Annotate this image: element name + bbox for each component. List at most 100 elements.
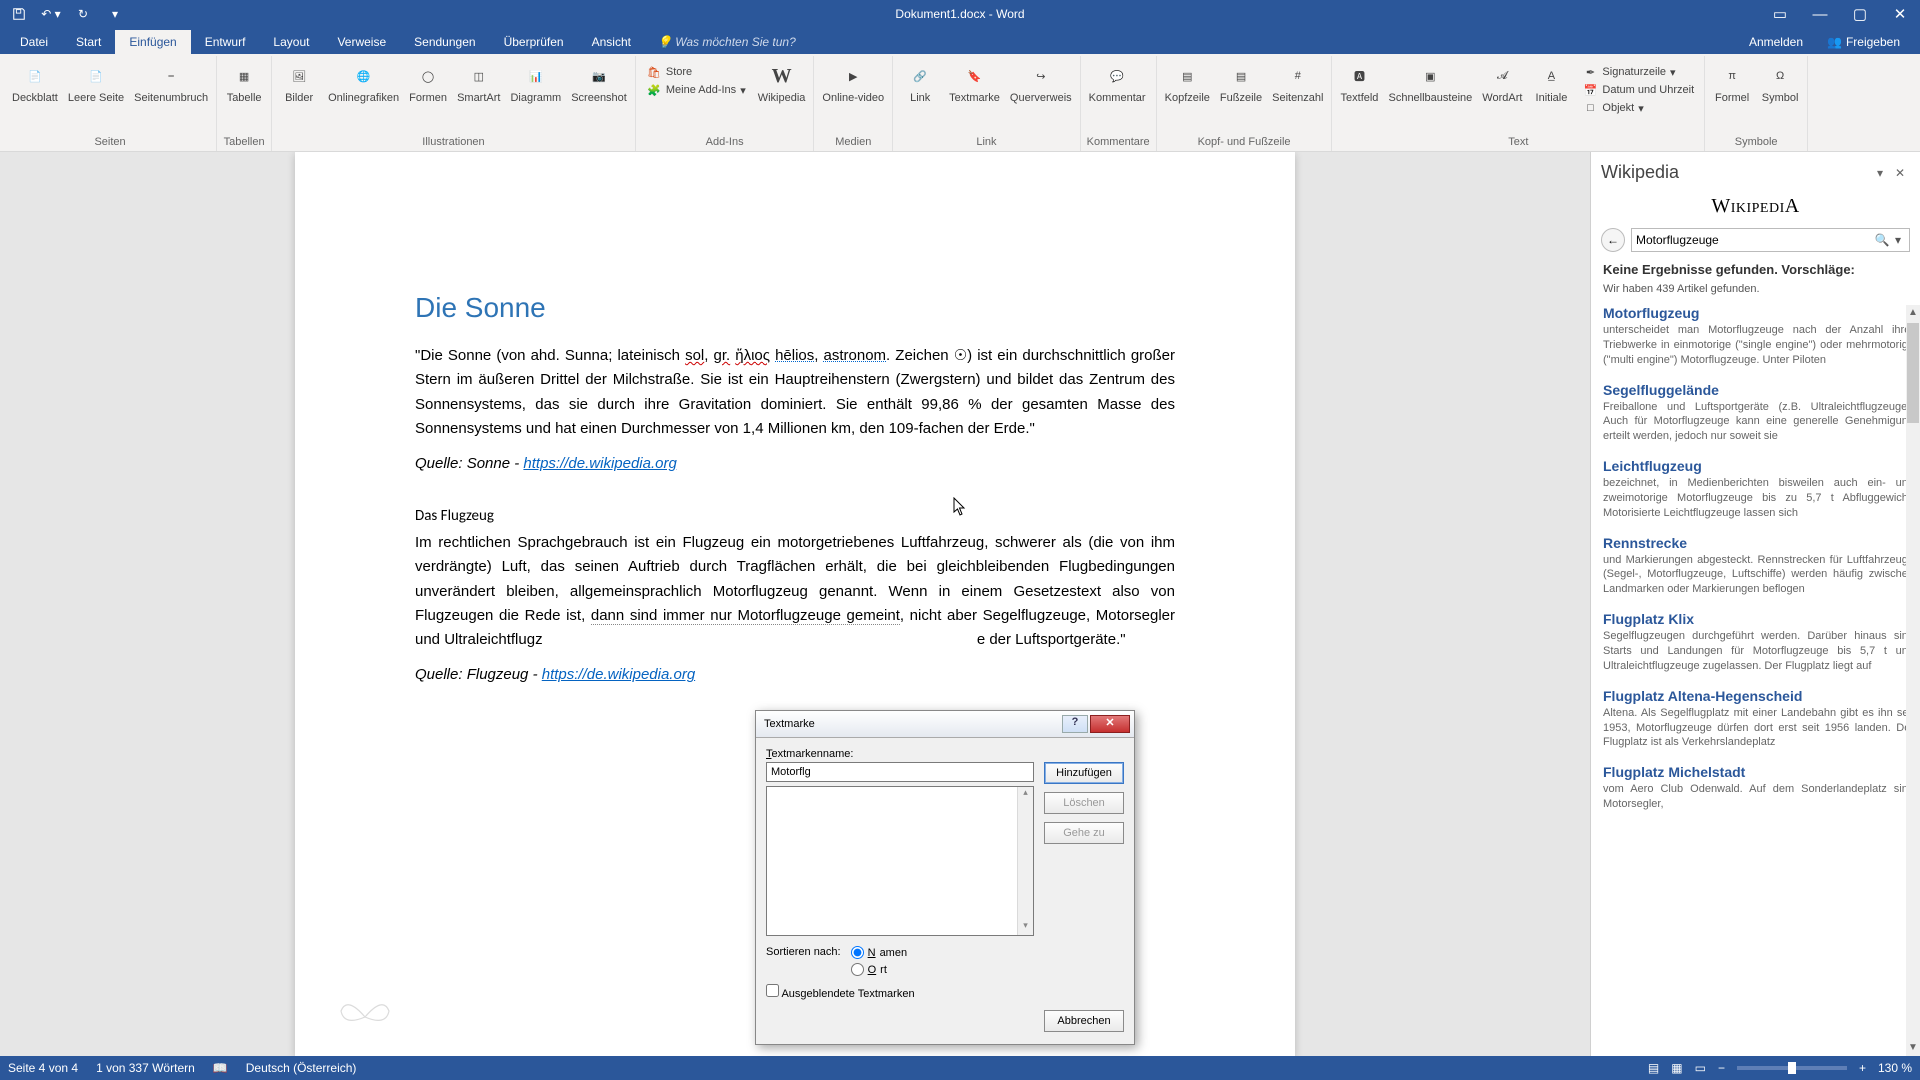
datum-button[interactable]: 📅Datum und Uhrzeit (1582, 82, 1694, 98)
screenshot-button[interactable]: 📷Screenshot (569, 60, 629, 106)
store-button[interactable]: 🛍Store (646, 64, 692, 80)
view-print-icon[interactable]: ▦ (1671, 1061, 1682, 1075)
link-sonne-source[interactable]: https://de.wikipedia.org (523, 455, 676, 472)
tell-me-search[interactable]: 💡 Was möchten Sie tun? (645, 30, 808, 54)
scroll-up-icon[interactable]: ▲ (1906, 305, 1920, 321)
hidden-bookmarks-checkbox[interactable]: Ausgeblendete Textmarken (766, 984, 915, 1000)
scroll-thumb[interactable] (1907, 323, 1919, 423)
tab-sendungen[interactable]: Sendungen (400, 30, 489, 54)
diagramm-button[interactable]: 📊Diagramm (508, 60, 563, 106)
smartart-button[interactable]: ◫SmartArt (455, 60, 502, 106)
status-words[interactable]: 1 von 337 Wörtern (96, 1061, 195, 1075)
link-flugzeug-source[interactable]: https://de.wikipedia.org (542, 666, 695, 683)
tab-einfuegen[interactable]: Einfügen (115, 30, 190, 54)
list-scroll-down-icon[interactable]: ▾ (1018, 920, 1033, 935)
tabelle-button[interactable]: ▦Tabelle (223, 60, 265, 106)
kopfzeile-button[interactable]: ▤Kopfzeile (1163, 60, 1212, 106)
undo-icon[interactable]: ↶ ▾ (38, 3, 64, 25)
fusszeile-button[interactable]: ▤Fußzeile (1218, 60, 1264, 106)
search-icon[interactable]: 🔍 (1873, 233, 1891, 247)
wiki-result-item[interactable]: Flugplatz KlixSegelflugzeugen durchgefüh… (1603, 611, 1914, 674)
initiale-button[interactable]: A̲Initiale (1530, 60, 1572, 106)
taskpane-scrollbar[interactable]: ▲ ▼ (1906, 305, 1920, 1056)
list-scroll-up-icon[interactable]: ▴ (1018, 787, 1033, 802)
textfeld-button[interactable]: 🅰Textfeld (1338, 60, 1380, 106)
group-tabellen: Tabellen (223, 135, 265, 151)
wiki-result-item[interactable]: Flugplatz Altena-HegenscheidAltena. Als … (1603, 688, 1914, 751)
zoom-level[interactable]: 130 % (1878, 1061, 1912, 1075)
wordart-button[interactable]: 𝓐WordArt (1480, 60, 1524, 106)
sort-by-name-radio[interactable]: Namen (851, 946, 907, 959)
wiki-result-item[interactable]: Leichtflugzeugbezeichnet, in Medienberic… (1603, 458, 1914, 521)
search-back-button[interactable]: ← (1601, 228, 1625, 252)
deckblatt-button[interactable]: 📄Deckblatt (10, 60, 60, 106)
list-scrollbar[interactable]: ▴▾ (1017, 787, 1033, 935)
querverweis-button[interactable]: ↪Querverweis (1008, 60, 1074, 106)
dropcap-icon: A̲ (1537, 62, 1565, 90)
close-icon[interactable]: ✕ (1880, 0, 1920, 28)
formel-button[interactable]: πFormel (1711, 60, 1753, 106)
tab-start[interactable]: Start (62, 30, 115, 54)
dialog-help-button[interactable]: ? (1062, 715, 1088, 733)
onlinegrafiken-button[interactable]: 🌐Onlinegrafiken (326, 60, 401, 106)
tab-entwurf[interactable]: Entwurf (191, 30, 260, 54)
kommentar-button[interactable]: 💬Kommentar (1087, 60, 1148, 106)
zoom-out-button[interactable]: − (1718, 1061, 1725, 1075)
signatur-button[interactable]: ✒Signaturzeile ▾ (1582, 64, 1675, 80)
wiki-search-input[interactable] (1636, 233, 1873, 247)
leere-seite-button[interactable]: 📄Leere Seite (66, 60, 126, 106)
source-flugzeug: Quelle: Flugzeug - https://de.wikipedia.… (415, 666, 1175, 684)
tab-verweise[interactable]: Verweise (323, 30, 400, 54)
save-icon[interactable] (6, 3, 32, 25)
ribbon-display-icon[interactable]: ▭ (1760, 0, 1800, 28)
wikipedia-taskpane: Wikipedia ▾ ✕ WikipediA ← 🔍 ▾ Keine Erge… (1590, 152, 1920, 1056)
meine-addins-button[interactable]: 🧩Meine Add-Ins ▾ (646, 82, 746, 98)
wiki-result-item[interactable]: SegelfluggeländeFreiballone und Luftspor… (1603, 382, 1914, 445)
wiki-result-item[interactable]: Rennstreckeund Markierungen abgesteckt. … (1603, 535, 1914, 598)
tab-ansicht[interactable]: Ansicht (578, 30, 645, 54)
tab-ueberpruefen[interactable]: Überprüfen (490, 30, 578, 54)
taskpane-menu-icon[interactable]: ▾ (1870, 166, 1890, 180)
view-web-icon[interactable]: ▭ (1695, 1061, 1706, 1075)
formen-button[interactable]: ◯Formen (407, 60, 449, 106)
share-button[interactable]: 👥Freigeben (1817, 30, 1920, 54)
textmarke-button[interactable]: 🔖Textmarke (947, 60, 1002, 106)
wiki-result-item[interactable]: Flugplatz Michelstadtvom Aero Club Odenw… (1603, 764, 1914, 812)
wiki-result-title: Flugplatz Michelstadt (1603, 764, 1914, 780)
bookmark-icon: 🔖 (961, 62, 989, 90)
objekt-button[interactable]: □Objekt ▾ (1582, 100, 1643, 116)
bookmark-list[interactable]: ▴▾ (766, 786, 1034, 936)
scroll-down-icon[interactable]: ▼ (1906, 1040, 1920, 1056)
wikipedia-button[interactable]: WWikipedia (756, 60, 808, 106)
add-bookmark-button[interactable]: Hinzufügen (1044, 762, 1124, 784)
view-read-icon[interactable]: ▤ (1648, 1061, 1659, 1075)
seitenumbruch-button[interactable]: ⎯Seitenumbruch (132, 60, 210, 106)
dialog-close-button[interactable]: ✕ (1090, 715, 1130, 733)
link-button[interactable]: 🔗Link (899, 60, 941, 106)
sign-in-button[interactable]: Anmelden (1735, 30, 1817, 54)
bookmark-name-input[interactable] (766, 762, 1034, 782)
search-dropdown-icon[interactable]: ▾ (1891, 233, 1905, 247)
status-language[interactable]: Deutsch (Österreich) (246, 1061, 357, 1075)
onlinevideo-button[interactable]: ▶Online-video (820, 60, 886, 106)
wiki-result-item[interactable]: Motorflugzeugunterscheidet man Motorflug… (1603, 305, 1914, 368)
taskpane-close-icon[interactable]: ✕ (1890, 166, 1910, 180)
tab-datei[interactable]: Datei (6, 30, 62, 54)
seitenzahl-button[interactable]: #Seitenzahl (1270, 60, 1325, 106)
sort-by-location-radio[interactable]: Ort (851, 963, 907, 976)
redo-icon[interactable]: ↻ (70, 3, 96, 25)
zoom-in-button[interactable]: + (1859, 1061, 1866, 1075)
header-icon: ▤ (1173, 62, 1201, 90)
minimize-icon[interactable]: — (1800, 0, 1840, 28)
tab-layout[interactable]: Layout (259, 30, 323, 54)
status-page[interactable]: Seite 4 von 4 (8, 1061, 78, 1075)
qat-customize-icon[interactable]: ▾ (102, 3, 128, 25)
symbol-button[interactable]: ΩSymbol (1759, 60, 1801, 106)
store-icon: 🛍 (646, 64, 662, 80)
zoom-slider[interactable] (1737, 1066, 1847, 1070)
maximize-icon[interactable]: ▢ (1840, 0, 1880, 28)
status-proofing-icon[interactable]: 📖 (213, 1061, 228, 1075)
bilder-button[interactable]: 🖼Bilder (278, 60, 320, 106)
schnellbausteine-button[interactable]: ▣Schnellbausteine (1386, 60, 1474, 106)
cancel-button[interactable]: Abbrechen (1044, 1010, 1124, 1032)
